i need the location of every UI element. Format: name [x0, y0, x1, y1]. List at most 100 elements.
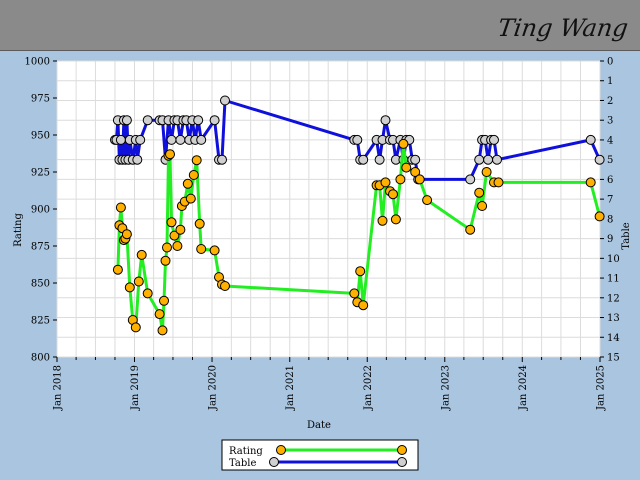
data-point-rating [481, 167, 492, 177]
data-point-table [142, 115, 153, 126]
data-point-rating [130, 322, 141, 333]
data-point-rating [380, 177, 391, 188]
legend-marker-table-start [269, 457, 279, 467]
y-tick-label-right: 1 [607, 76, 613, 87]
data-point-rating [182, 178, 193, 189]
data-point-rating [185, 193, 196, 204]
rating-table-chart: 8008258508759009259509751000 012345678910… [13, 57, 632, 471]
data-point-rating [220, 281, 230, 291]
data-point-table [585, 134, 596, 145]
y-tick-label-right: 9 [607, 234, 613, 245]
data-point-rating [355, 266, 366, 277]
data-point-rating [188, 170, 199, 180]
x-tick-label: Jan 2022 [363, 365, 374, 411]
y-axis-title-right: Table [621, 222, 632, 249]
y-tick-label-left: 800 [31, 353, 50, 364]
x-tick-label: Jan 2025 [596, 365, 607, 411]
y-tick-label-right: 8 [607, 214, 613, 225]
data-point-table [166, 134, 177, 145]
data-point-table [196, 134, 207, 145]
data-point-rating [194, 218, 205, 229]
data-point-rating [175, 224, 186, 235]
data-point-rating [395, 174, 406, 185]
y-tick-label-right: 15 [607, 353, 620, 364]
y-tick-label-right: 0 [607, 57, 613, 68]
x-tick-label: Jan 2020 [208, 365, 219, 411]
data-point-table [352, 134, 363, 145]
data-point-rating [112, 264, 123, 275]
y-tick-label-right: 14 [607, 333, 620, 344]
y-tick-label-right: 5 [607, 155, 613, 166]
data-point-rating [358, 300, 369, 311]
data-point-rating [196, 244, 207, 254]
data-point-rating [388, 189, 398, 200]
data-point-rating [191, 155, 202, 166]
y-tick-label-left: 1000 [25, 57, 50, 68]
data-point-rating [157, 325, 168, 336]
data-point-rating [136, 249, 147, 260]
x-tick-label: Jan 2021 [285, 365, 296, 411]
data-point-rating [159, 295, 169, 306]
data-point-rating [401, 162, 412, 173]
data-point-rating [594, 211, 605, 222]
y-tick-label-right: 13 [607, 313, 620, 324]
data-point-rating [465, 224, 476, 235]
y-tick-label-left: 925 [31, 168, 50, 179]
legend-label-table: Table [229, 458, 256, 469]
data-point-table [217, 154, 227, 165]
data-point-table [474, 154, 485, 165]
data-point-rating [162, 242, 172, 253]
data-point-rating [414, 174, 425, 185]
data-point-rating [493, 177, 504, 188]
data-point-rating [474, 187, 485, 198]
x-tick-label: Jan 2023 [440, 365, 451, 411]
legend-marker-table-end [397, 457, 407, 467]
data-point-rating [349, 288, 360, 299]
data-point-table [209, 115, 220, 126]
x-tick-label: Jan 2019 [130, 365, 141, 411]
y-tick-label-left: 875 [31, 242, 50, 253]
data-point-table [175, 134, 186, 145]
data-point-rating [115, 202, 126, 213]
data-point-rating [398, 138, 409, 149]
data-point-table [483, 154, 494, 165]
legend-marker-rating-start [276, 445, 286, 455]
data-point-rating [477, 201, 488, 211]
data-point-rating [142, 288, 153, 299]
y-tick-label-left: 825 [31, 316, 50, 327]
data-point-table [193, 115, 204, 126]
x-tick-label: Jan 2018 [53, 365, 64, 411]
data-point-table [358, 154, 369, 165]
y-axis-title-left: Rating [13, 213, 24, 247]
y-tick-label-right: 10 [607, 254, 620, 265]
data-point-table [135, 134, 146, 145]
data-point-table [132, 154, 143, 165]
y-tick-label-right: 3 [607, 116, 613, 127]
data-point-rating [422, 195, 433, 206]
data-point-rating [390, 214, 401, 225]
legend-marker-rating-end [397, 445, 407, 455]
x-tick-label: Jan 2024 [518, 365, 529, 411]
y-tick-label-left: 975 [31, 94, 50, 105]
data-point-rating [165, 149, 175, 160]
y-tick-label-right: 12 [607, 293, 620, 304]
data-point-table [492, 154, 502, 165]
y-tick-label-right: 11 [607, 274, 620, 285]
data-point-table [115, 134, 126, 145]
data-point-table [121, 115, 132, 126]
legend: Rating Table [221, 439, 419, 471]
data-point-rating [121, 229, 132, 240]
data-point-table [594, 154, 605, 165]
data-point-rating [377, 215, 388, 226]
data-point-rating [172, 241, 183, 251]
y-tick-label-right: 2 [607, 96, 613, 107]
x-axis-title: Date [307, 420, 331, 431]
data-point-table [465, 174, 476, 185]
data-point-rating [154, 309, 165, 320]
data-point-table [380, 115, 391, 126]
y-tick-label-right: 7 [607, 195, 613, 206]
legend-label-rating: Rating [229, 446, 263, 457]
data-point-table [374, 154, 385, 165]
y-tick-label-left: 850 [31, 279, 50, 290]
data-point-table [410, 154, 421, 165]
